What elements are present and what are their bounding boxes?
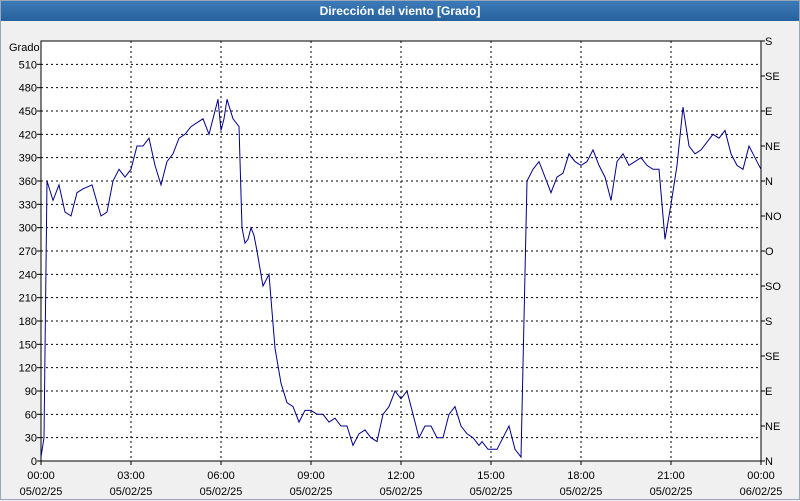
y-tick-label: 180 — [19, 316, 37, 328]
x-tick-time: 03:00 — [117, 470, 145, 482]
x-tick-time: 00:00 — [747, 470, 775, 482]
right-tick-label: E — [765, 386, 772, 398]
x-tick-time: 06:00 — [207, 470, 235, 482]
right-tick-label: S — [765, 36, 772, 48]
right-tick-label: O — [765, 246, 774, 258]
y-tick-label: 270 — [19, 246, 37, 258]
y-tick-label: 0 — [31, 456, 37, 468]
x-tick-time: 15:00 — [477, 470, 505, 482]
x-tick-date: 05/02/25 — [650, 486, 693, 498]
y-tick-label: 210 — [19, 293, 37, 305]
right-tick-label: SO — [765, 281, 781, 293]
x-tick-date: 05/02/25 — [110, 486, 153, 498]
x-tick-date: 05/02/25 — [380, 486, 423, 498]
y-tick-label: 390 — [19, 153, 37, 165]
y-tick-label: 120 — [19, 363, 37, 375]
right-tick-label: NE — [765, 141, 780, 153]
y-tick-label: 30 — [25, 433, 37, 445]
x-tick-time: 18:00 — [567, 470, 595, 482]
right-tick-label: N — [765, 176, 773, 188]
y-tick-label: 420 — [19, 129, 37, 141]
x-tick-date: 05/02/25 — [290, 486, 333, 498]
y-tick-label: 90 — [25, 386, 37, 398]
right-tick-label: NO — [765, 211, 782, 223]
x-tick-time: 21:00 — [657, 470, 685, 482]
right-tick-label: N — [765, 456, 773, 468]
y-tick-label: 150 — [19, 339, 37, 351]
x-tick-time: 09:00 — [297, 470, 325, 482]
right-tick-label: SE — [765, 351, 780, 363]
y-tick-label: 450 — [19, 106, 37, 118]
x-tick-date: 06/02/25 — [740, 486, 783, 498]
y-tick-label: 60 — [25, 409, 37, 421]
y-tick-label: 480 — [19, 83, 37, 95]
y-axis-label: Grado — [9, 42, 40, 54]
chart-window: Dirección del viento [Grado] 0 30 60 90 120 1… — [0, 0, 800, 500]
x-tick-date: 05/02/25 — [560, 486, 603, 498]
x-tick-date: 05/02/25 — [470, 486, 513, 498]
wind-direction-chart: 0 30 60 90 120 150 180 210 240 270 300 330 360 390 420… — [9, 36, 783, 498]
y-tick-label: 360 — [19, 176, 37, 188]
y-tick-label: 510 — [19, 59, 37, 71]
right-tick-label: S — [765, 316, 772, 328]
right-tick-label: SE — [765, 71, 780, 83]
y-tick-label: 240 — [19, 269, 37, 281]
right-tick-label: E — [765, 106, 772, 118]
x-tick-time: 00:00 — [27, 470, 55, 482]
y-tick-label: 330 — [19, 199, 37, 211]
right-tick-label: NE — [765, 421, 780, 433]
x-tick-date: 05/02/25 — [20, 486, 63, 498]
y-tick-label: 300 — [19, 223, 37, 235]
x-tick-time: 12:00 — [387, 470, 415, 482]
x-tick-date: 05/02/25 — [200, 486, 243, 498]
